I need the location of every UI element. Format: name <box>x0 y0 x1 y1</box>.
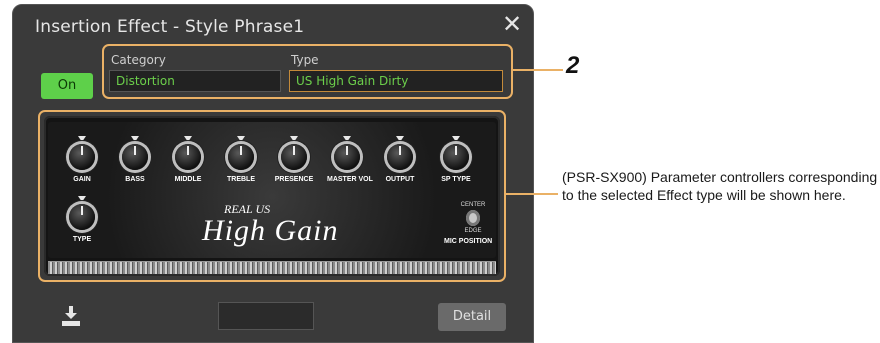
knob-presence[interactable]: PRESENCE <box>274 136 314 183</box>
knob-icon <box>443 144 469 170</box>
category-type-highlight <box>102 44 513 99</box>
knob-indicator-icon <box>237 136 245 142</box>
knob-label: SP TYPE <box>441 176 471 183</box>
knob-indicator-icon <box>343 136 351 142</box>
knob-label: TREBLE <box>227 176 255 183</box>
callout-leader-line <box>506 193 558 195</box>
knob-label: MIDDLE <box>174 176 202 183</box>
knob-label: PRESENCE <box>274 176 314 183</box>
knob-label: OUTPUT <box>385 176 415 183</box>
knob-indicator-icon <box>131 136 139 142</box>
knob-type[interactable]: TYPE <box>62 196 102 243</box>
knob-gain[interactable]: GAIN <box>62 136 102 183</box>
knob-indicator-icon <box>452 136 460 142</box>
toggle-switch-icon <box>466 210 480 226</box>
knob-icon <box>122 144 148 170</box>
knob-indicator-icon <box>78 196 86 202</box>
dialog-title: Insertion Effect - Style Phrase1 <box>35 17 305 37</box>
amp-keyboard-rail <box>48 261 496 274</box>
knob-bass[interactable]: BASS <box>115 136 155 183</box>
knob-label: MASTER VOL <box>327 176 373 183</box>
knob-label: TYPE <box>72 236 92 243</box>
knob-icon <box>228 144 254 170</box>
mic-position-toggle[interactable]: CENTER EDGE <box>454 202 492 234</box>
mic-position-label: MIC POSITION <box>444 238 493 245</box>
on-button[interactable]: On <box>41 73 93 99</box>
knob-icon <box>69 204 95 230</box>
knob-icon <box>334 144 360 170</box>
callout-note: (PSR-SX900) Parameter controllers corres… <box>562 169 878 203</box>
toggle-bottom-label: EDGE <box>464 228 482 234</box>
toggle-top-label: CENTER <box>460 202 486 208</box>
knob-indicator-icon <box>396 136 404 142</box>
knob-icon <box>69 144 95 170</box>
knob-sp-type[interactable]: SP TYPE <box>436 136 476 183</box>
step-number: 2 <box>566 52 580 79</box>
knob-indicator-icon <box>184 136 192 142</box>
knob-indicator-icon <box>78 136 86 142</box>
close-icon[interactable]: ✕ <box>497 9 527 39</box>
amp-panel: GAIN BASS MIDDLE TREBLE PRESENCE MASTER … <box>44 116 500 276</box>
knob-master-vol[interactable]: MASTER VOL <box>327 136 373 183</box>
knob-indicator-icon <box>290 136 298 142</box>
knob-icon <box>281 144 307 170</box>
callout-leader-line <box>513 69 563 71</box>
detail-button[interactable]: Detail <box>438 303 506 331</box>
knob-middle[interactable]: MIDDLE <box>168 136 208 183</box>
knob-icon <box>387 144 413 170</box>
knob-treble[interactable]: TREBLE <box>221 136 261 183</box>
save-icon[interactable] <box>61 305 81 327</box>
blank-value-field <box>218 302 314 330</box>
knob-label: BASS <box>125 176 145 183</box>
amp-brand-logo: High Gain <box>202 214 339 247</box>
knob-output[interactable]: OUTPUT <box>380 136 420 183</box>
knob-label: GAIN <box>73 176 91 183</box>
knob-icon <box>175 144 201 170</box>
